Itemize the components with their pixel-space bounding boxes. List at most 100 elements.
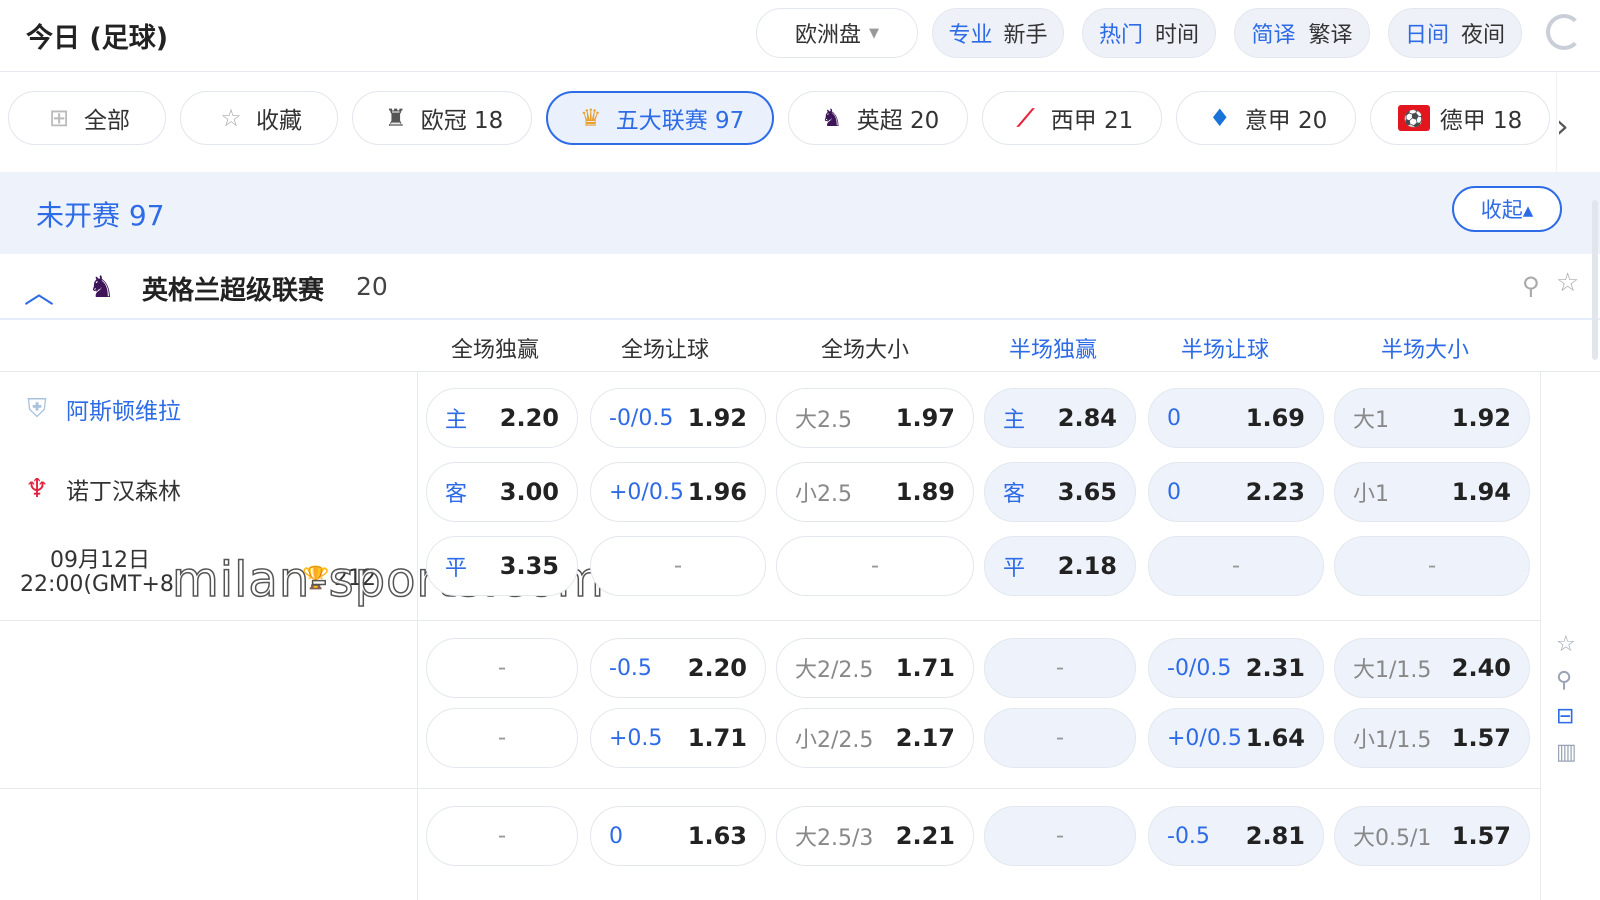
odds-handicap-label: -0.5 [1167, 823, 1210, 849]
odds-cell[interactable]: 平 3.35 [426, 536, 578, 596]
mode-beginner[interactable]: 新手 [999, 17, 1051, 49]
chip-ucl[interactable]: ♜ 欧冠 18 [352, 91, 532, 145]
chip-laliga[interactable]: ⟋ 西甲 21 [982, 91, 1162, 145]
star-icon[interactable]: ☆ [1556, 268, 1579, 298]
odds-cell[interactable]: 0 1.69 [1148, 388, 1324, 448]
odds-cell: - [590, 536, 766, 596]
lang-toggle[interactable]: 简译 繁译 [1234, 8, 1370, 58]
lang-traditional[interactable]: 繁译 [1304, 17, 1356, 49]
stats-icon[interactable]: ▥ [1556, 740, 1577, 765]
odds-handicap-label: 大2/2.5 [795, 658, 874, 683]
odds-empty: - [1231, 553, 1241, 579]
header-bar: 今日 (足球) 欧洲盘 ▼ 专业 新手 热门 时间 简译 繁译 日间 夜间 [0, 0, 1600, 72]
odds-cell[interactable]: +0.5 1.71 [590, 708, 766, 768]
odds-value: 3.65 [1057, 478, 1117, 506]
odds-cell[interactable]: 大2/2.5 1.71 [776, 638, 974, 698]
odds-cell[interactable]: -0.5 2.20 [590, 638, 766, 698]
lang-simplified[interactable]: 简译 [1247, 17, 1299, 49]
odds-handicap-label: +0/0.5 [1167, 725, 1242, 751]
theme-night[interactable]: 夜间 [1457, 17, 1509, 49]
live-field-icon[interactable]: ⊟ [1556, 704, 1574, 729]
odds-empty: - [1055, 725, 1065, 751]
odds-cell[interactable]: 主 2.20 [426, 388, 578, 448]
odds-cell[interactable]: 小2/2.5 2.17 [776, 708, 974, 768]
not-started-section: 未开赛 97 收起▴ [0, 172, 1600, 254]
sort-time[interactable]: 时间 [1151, 17, 1203, 49]
odds-cell: - [1334, 536, 1530, 596]
mode-pro[interactable]: 专业 [944, 17, 996, 49]
odds-cell[interactable]: 大2.5 1.97 [776, 388, 974, 448]
theme-day[interactable]: 日间 [1401, 17, 1453, 49]
home-team[interactable]: ⛨ 阿斯顿维拉 [22, 392, 181, 426]
odds-cell[interactable]: 平 2.18 [984, 536, 1136, 596]
odds-cell: - [426, 806, 578, 866]
sort-hot[interactable]: 热门 [1095, 17, 1147, 49]
chip-favorites[interactable]: ☆ 收藏 [180, 91, 338, 145]
away-team[interactable]: ♆ 诺丁汉森林 [22, 472, 181, 506]
odds-cell[interactable]: 客 3.00 [426, 462, 578, 522]
odds-value: 1.92 [687, 404, 747, 432]
mode-toggle[interactable]: 专业 新手 [932, 8, 1064, 58]
odds-cell[interactable]: 0 1.63 [590, 806, 766, 866]
odds-handicap-label: 0 [609, 823, 623, 849]
odds-handicap-label: +0/0.5 [609, 479, 684, 505]
odds-handicap-label: 主 [1003, 408, 1026, 433]
odds-cell[interactable]: 小2.5 1.89 [776, 462, 974, 522]
odds-cell: - [984, 638, 1136, 698]
ucl-trophy-icon: ♜ [384, 104, 407, 132]
league-header[interactable]: ︿ ♞ 英格兰超级联赛 20 ⚲ ☆ [0, 254, 1600, 320]
chip-all[interactable]: ⊞ 全部 [8, 91, 166, 145]
odds-cell[interactable]: 客 3.65 [984, 462, 1136, 522]
collapse-button[interactable]: 收起▴ [1452, 186, 1562, 232]
odds-cell[interactable]: 小1 1.94 [1334, 462, 1530, 522]
chip-seriea[interactable]: ♦ 意甲 20 [1176, 91, 1356, 145]
odds-cell[interactable]: 小1/1.5 1.57 [1334, 708, 1530, 768]
odds-empty: - [870, 553, 880, 579]
odds-cell[interactable]: -0/0.5 1.92 [590, 388, 766, 448]
scrollbar[interactable] [1592, 200, 1598, 360]
odds-cell[interactable]: 0 2.23 [1148, 462, 1324, 522]
odds-cell[interactable]: 大0.5/1 1.57 [1334, 806, 1530, 866]
odds-value: 1.71 [687, 724, 747, 752]
chip-label: 全部 [84, 108, 130, 134]
star-icon[interactable]: ☆ [1556, 632, 1576, 657]
odds-cell: - [426, 708, 578, 768]
refresh-icon[interactable] [1546, 14, 1582, 50]
odds-cell[interactable]: 大1 1.92 [1334, 388, 1530, 448]
odds-value: 1.63 [687, 822, 747, 850]
away-team-name: 诺丁汉森林 [66, 479, 181, 505]
col-header: 半场让球 [1180, 338, 1269, 363]
chip-label: 欧冠 18 [420, 108, 504, 134]
star-icon: ☆ [220, 104, 242, 132]
pin-icon[interactable]: ⚲ [1522, 272, 1540, 300]
odds-cell[interactable]: 大1/1.5 2.40 [1334, 638, 1530, 698]
sort-toggle[interactable]: 热门 时间 [1082, 8, 1216, 58]
section-title: 未开赛 97 [36, 199, 165, 232]
odds-cell: - [984, 708, 1136, 768]
col-header: 半场大小 [1380, 338, 1469, 363]
odds-handicap-label: 小2.5 [795, 482, 852, 507]
odds-cell[interactable]: 主 2.84 [984, 388, 1136, 448]
odds-cell[interactable]: -0/0.5 2.31 [1148, 638, 1324, 698]
chip-epl[interactable]: ♞ 英超 20 [788, 91, 968, 145]
odds-handicap-label: 大0.5/1 [1353, 826, 1432, 851]
odds-handicap-label: -0/0.5 [1167, 655, 1232, 681]
odds-cell: - [426, 638, 578, 698]
chevron-right-icon[interactable]: › [1556, 107, 1569, 145]
chip-label: 意甲 20 [1244, 108, 1328, 134]
chip-top5[interactable]: ♛ 五大联赛 97 [546, 91, 774, 145]
col-header: 半场独赢 [1008, 338, 1097, 363]
odds-cell[interactable]: -0.5 2.81 [1148, 806, 1324, 866]
odds-handicap-label: 客 [445, 482, 468, 507]
odds-handicap-label: +0.5 [609, 725, 663, 751]
chip-bundesliga[interactable]: ⚽ 德甲 18 [1370, 91, 1550, 145]
pin-icon[interactable]: ⚲ [1556, 668, 1572, 693]
odds-cell[interactable]: 大2.5/3 2.21 [776, 806, 974, 866]
odds-type-select[interactable]: 欧洲盘 ▼ [756, 8, 918, 58]
theme-toggle[interactable]: 日间 夜间 [1388, 8, 1522, 58]
chevron-up-icon[interactable]: ︿ [24, 268, 54, 312]
odds-cell: - [776, 536, 974, 596]
laliga-icon: ⟋ [1017, 104, 1035, 132]
odds-cell[interactable]: +0/0.5 1.96 [590, 462, 766, 522]
odds-cell[interactable]: +0/0.5 1.64 [1148, 708, 1324, 768]
